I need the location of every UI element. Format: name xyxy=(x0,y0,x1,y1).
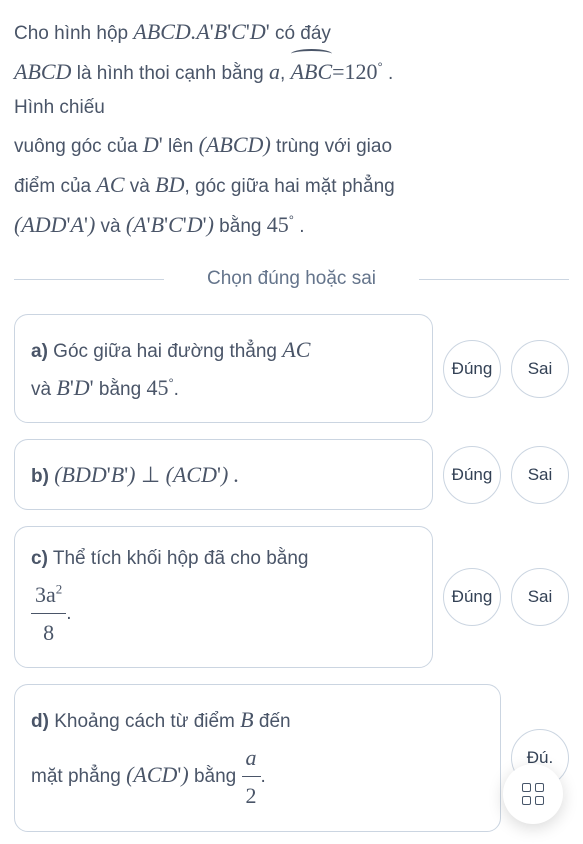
option-label-d: d) xyxy=(31,711,49,732)
text: . xyxy=(261,766,266,787)
text: và xyxy=(95,216,126,237)
question-row-a: a) Góc giữa hai đường thẳng AC và B'D' b… xyxy=(14,314,569,423)
text: , góc giữa hai mặt phẳng xyxy=(184,176,394,197)
math-BD: BD xyxy=(155,172,184,197)
text: lên xyxy=(163,136,199,157)
false-button-a[interactable]: Sai xyxy=(511,340,569,398)
question-a: a) Góc giữa hai đường thẳng AC và B'D' b… xyxy=(14,314,433,423)
frac-num: a xyxy=(242,739,261,777)
frac-den: 8 xyxy=(31,614,66,651)
math-perp: (BDD'B') ⊥ (ACD') . xyxy=(54,462,239,487)
text: vuông góc của xyxy=(14,136,143,157)
math-paren-ABCD: (ABCD) xyxy=(199,132,271,157)
math-A1B1C1D1: (A'B'C'D') xyxy=(126,212,214,237)
instruction-label: Chọn đúng hoặc sai xyxy=(14,268,569,290)
option-label-a: a) xyxy=(31,341,48,362)
text: bằng xyxy=(94,379,147,400)
text: . xyxy=(294,216,305,237)
fraction-3a2-8: 3a2 8 xyxy=(31,576,66,652)
text: là hình thoi cạnh bằng xyxy=(71,63,269,84)
math-expr: ABCD.A'B'C'D' xyxy=(133,19,269,44)
text: bằng xyxy=(214,216,267,237)
math-eq: =120 xyxy=(332,59,377,84)
frac-num: 3a xyxy=(35,582,56,607)
grid-icon xyxy=(522,783,544,805)
problem-statement: Cho hình hộp ABCD.A'B'C'D' có đáy ABCD l… xyxy=(14,12,569,244)
true-button-b[interactable]: Đúng xyxy=(443,446,501,504)
frac-sup: 2 xyxy=(56,581,63,596)
math-B: B xyxy=(240,707,253,732)
math-AC: AC xyxy=(282,337,310,362)
text: trùng với giao xyxy=(271,136,392,157)
text: Hình chiếu xyxy=(14,97,105,118)
math-ADDA: (ADD'A') xyxy=(14,212,95,237)
math-45: 45 xyxy=(267,212,289,237)
math-45: 45 xyxy=(146,375,168,400)
text: . xyxy=(174,379,179,400)
frac-den: 2 xyxy=(242,777,261,814)
text: và xyxy=(31,379,56,400)
text: Khoảng cách từ điểm xyxy=(49,711,240,732)
text: điểm của xyxy=(14,176,96,197)
text: đến xyxy=(254,711,291,732)
math-D-prime: D' xyxy=(143,132,163,157)
math-var-a: a xyxy=(269,59,280,84)
true-button-c[interactable]: Đúng xyxy=(443,568,501,626)
menu-fab[interactable] xyxy=(503,764,563,824)
text: Cho hình hộp xyxy=(14,23,133,44)
fraction-a-2: a 2 xyxy=(242,739,261,815)
false-button-b[interactable]: Sai xyxy=(511,446,569,504)
text: mặt phẳng xyxy=(31,766,126,787)
text: có đáy xyxy=(270,23,331,44)
text: bằng xyxy=(189,766,242,787)
question-b: b) (BDD'B') ⊥ (ACD') . xyxy=(14,439,433,510)
question-row-b: b) (BDD'B') ⊥ (ACD') . Đúng Sai xyxy=(14,439,569,510)
text: . xyxy=(66,603,71,624)
true-button-a[interactable]: Đúng xyxy=(443,340,501,398)
math-angle-ABC: ABC xyxy=(291,52,333,92)
false-button-c[interactable]: Sai xyxy=(511,568,569,626)
math-AC: AC xyxy=(96,172,124,197)
math-BDprime: B'D' xyxy=(56,375,93,400)
question-row-c: c) Thể tích khối hộp đã cho bằng 3a2 8 .… xyxy=(14,526,569,668)
question-row-d: d) Khoảng cách từ điểm B đến mặt phẳng (… xyxy=(14,684,569,831)
question-c: c) Thể tích khối hộp đã cho bằng 3a2 8 . xyxy=(14,526,433,668)
text: Góc giữa hai đường thẳng xyxy=(48,341,282,362)
question-d: d) Khoảng cách từ điểm B đến mặt phẳng (… xyxy=(14,684,501,831)
text: Thể tích khối hộp đã cho bằng xyxy=(48,548,309,569)
math-expr: ABCD xyxy=(14,59,71,84)
text: và xyxy=(125,176,156,197)
text: . xyxy=(383,63,394,84)
option-label-b: b) xyxy=(31,466,49,487)
option-label-c: c) xyxy=(31,548,48,569)
math-ACDprime: (ACD') xyxy=(126,762,189,787)
text: , xyxy=(280,63,291,84)
